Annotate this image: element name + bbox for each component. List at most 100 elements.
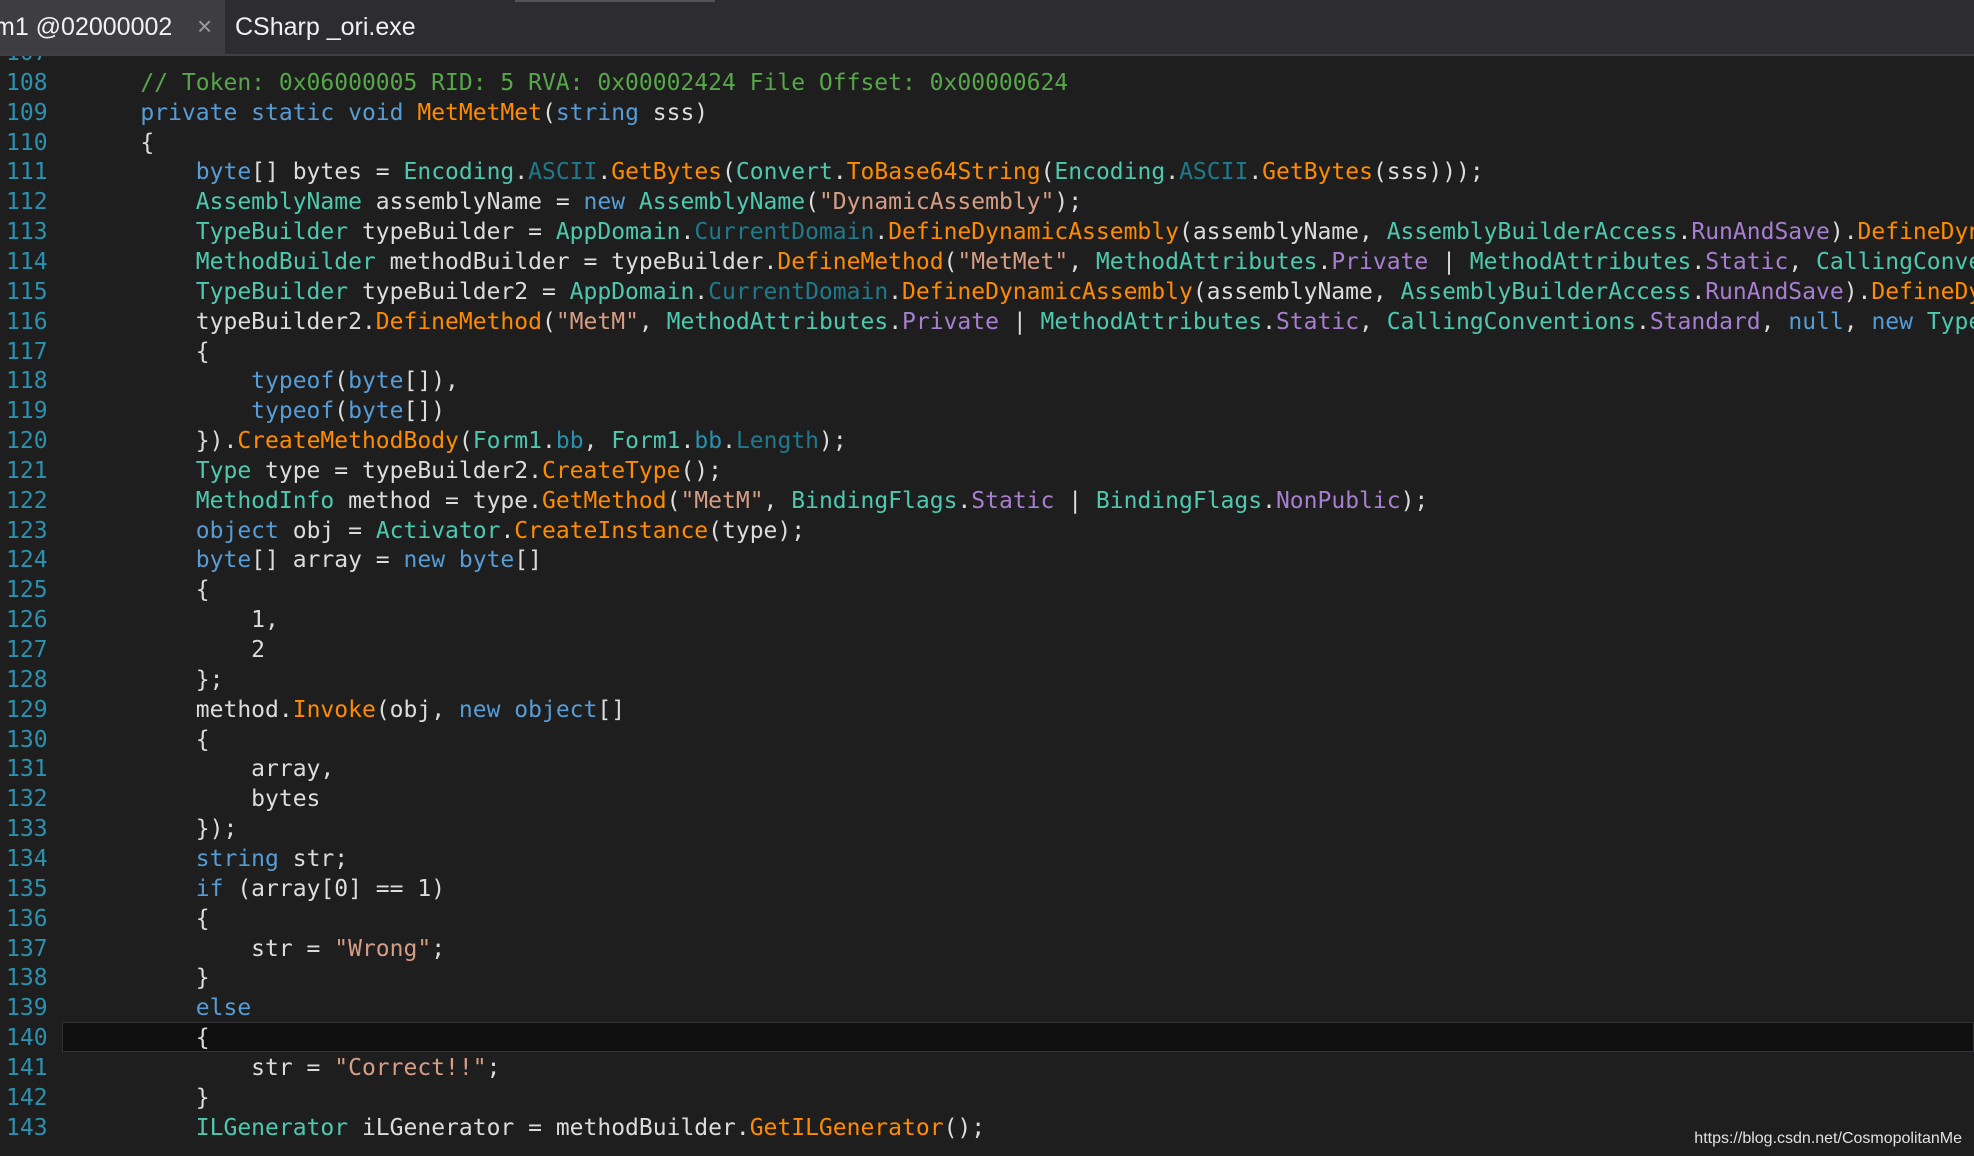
- line-number: 118: [6, 368, 48, 395]
- code-token: .: [832, 159, 847, 186]
- code-line[interactable]: 124 byte[] array = new byte[]: [0, 545, 1974, 575]
- code-token: CreateType: [541, 457, 681, 484]
- code-editor[interactable]: 107108 // Token: 0x06000005 RID: 5 RVA: …: [0, 56, 1974, 1156]
- code-token: string: [555, 99, 639, 126]
- code-line[interactable]: 138 }: [0, 963, 1974, 993]
- code-token: str;: [278, 845, 349, 872]
- code-line[interactable]: 126 1,: [0, 605, 1974, 635]
- code-token: .: [1636, 308, 1650, 335]
- code-line[interactable]: 116 typeBuilder2.DefineMethod("MetM", Me…: [0, 307, 1974, 337]
- code-line[interactable]: 114 MethodBuilder methodBuilder = typeBu…: [0, 247, 1974, 277]
- code-line[interactable]: 134 string str;: [0, 844, 1974, 874]
- line-number: 119: [6, 398, 48, 425]
- line-number: 142: [6, 1084, 48, 1111]
- line-number: 117: [6, 338, 48, 365]
- line-number: 134: [6, 845, 48, 872]
- code-line[interactable]: 131 array,: [0, 754, 1974, 784]
- code-line[interactable]: 141 str = "Correct!!";: [0, 1053, 1974, 1083]
- code-line[interactable]: 127 2: [0, 635, 1974, 665]
- code-token: type = typeBuilder2.: [251, 457, 542, 484]
- code-line[interactable]: 139 else: [0, 993, 1974, 1023]
- code-line[interactable]: 111 byte[] bytes = Encoding.ASCII.GetByt…: [0, 157, 1974, 187]
- code-line[interactable]: 122 MethodInfo method = type.GetMethod("…: [0, 486, 1974, 516]
- code-token: []: [514, 547, 542, 574]
- code-line[interactable]: 109 private static void MetMetMet(string…: [0, 98, 1974, 128]
- code-line[interactable]: 112 AssemblyName assemblyName = new Asse…: [0, 187, 1974, 217]
- code-line[interactable]: 121 Type type = typeBuilder2.CreateType(…: [0, 456, 1974, 486]
- code-token: ASCII: [1179, 159, 1249, 186]
- code-token: (: [334, 368, 349, 395]
- code-line[interactable]: 128 };: [0, 665, 1974, 695]
- code-line[interactable]: 132 bytes: [0, 784, 1974, 814]
- code-token: ();: [943, 1114, 986, 1141]
- code-token: "MetMet": [957, 248, 1069, 275]
- code-text: {: [85, 1023, 210, 1053]
- code-line[interactable]: 143 ILGenerator iLGenerator = methodBuil…: [0, 1113, 1974, 1143]
- code-line[interactable]: 136 {: [0, 904, 1974, 934]
- code-token: Form1: [472, 428, 542, 455]
- code-text: str = "Correct!!";: [85, 1053, 500, 1083]
- code-text: TypeBuilder typeBuilder = AppDomain.Curr…: [85, 217, 1974, 247]
- code-token: .: [1691, 248, 1706, 275]
- code-text: bytes: [85, 784, 320, 814]
- code-line[interactable]: 108 // Token: 0x06000005 RID: 5 RVA: 0x0…: [0, 68, 1974, 98]
- code-text: }).CreateMethodBody(Form1.bb, Form1.bb.L…: [85, 426, 847, 456]
- code-line[interactable]: 115 TypeBuilder typeBuilder2 = AppDomain…: [0, 277, 1974, 307]
- code-line[interactable]: 107: [0, 56, 1974, 68]
- code-token: (assemblyName,: [1192, 278, 1401, 305]
- code-line[interactable]: 120 }).CreateMethodBody(Form1.bb, Form1.…: [0, 426, 1974, 456]
- code-text: TypeBuilder typeBuilder2 = AppDomain.Cur…: [85, 277, 1974, 307]
- code-text: 2: [85, 635, 265, 665]
- code-text: AssemblyName assemblyName = new Assembly…: [85, 187, 1082, 217]
- code-token: ToBase64String: [846, 159, 1041, 186]
- code-token: |: [1054, 487, 1096, 514]
- code-token: }: [85, 1084, 210, 1111]
- code-token: Static: [971, 487, 1055, 514]
- line-number: 126: [6, 607, 48, 634]
- code-line[interactable]: 133 });: [0, 814, 1974, 844]
- watermark-text: https://blog.csdn.net/CosmopolitanMe: [1694, 1130, 1962, 1147]
- code-line[interactable]: 117 {: [0, 337, 1974, 367]
- line-number: 113: [6, 219, 48, 246]
- code-token: ,: [1843, 308, 1872, 335]
- code-token: byte: [85, 547, 252, 574]
- code-line[interactable]: 110 {: [0, 128, 1974, 158]
- code-line[interactable]: 118 typeof(byte[]),: [0, 366, 1974, 396]
- code-line[interactable]: 140 {: [0, 1022, 1974, 1053]
- code-line[interactable]: 135 if (array[0] == 1): [0, 874, 1974, 904]
- code-text: }: [85, 1083, 210, 1113]
- line-number: 136: [6, 905, 48, 932]
- code-line[interactable]: 119 typeof(byte[]): [0, 396, 1974, 426]
- code-token: (assemblyName,: [1178, 219, 1387, 246]
- tab-m1-method[interactable]: m1 @02000002 ×: [0, 0, 225, 54]
- code-line[interactable]: 129 method.Invoke(obj, new object[]: [0, 695, 1974, 725]
- code-token: ,: [1068, 248, 1096, 275]
- code-line[interactable]: 113 TypeBuilder typeBuilder = AppDomain.…: [0, 217, 1974, 247]
- code-line[interactable]: 130 {: [0, 725, 1974, 755]
- tab-csharp-ori-exe[interactable]: CSharp _ori.exe: [225, 0, 425, 54]
- code-token: MethodBuilder: [85, 248, 376, 275]
- line-number: 122: [6, 487, 48, 514]
- code-token: new: [1871, 308, 1927, 335]
- line-number: 140: [6, 1025, 48, 1052]
- code-token: bb: [555, 428, 584, 455]
- code-line[interactable]: 142 }: [0, 1083, 1974, 1113]
- close-icon[interactable]: ×: [197, 12, 212, 40]
- code-token: // Token: 0x06000005 RID: 5 RVA: 0x00002…: [85, 69, 1069, 96]
- code-token: (: [334, 398, 349, 425]
- code-token: new byte: [403, 547, 515, 574]
- code-token: []: [597, 696, 626, 723]
- line-number: 124: [6, 547, 48, 574]
- code-line[interactable]: 123 object obj = Activator.CreateInstanc…: [0, 516, 1974, 546]
- code-token: .: [1677, 219, 1692, 246]
- code-token: ;: [431, 935, 446, 962]
- code-line[interactable]: 125 {: [0, 575, 1974, 605]
- code-line[interactable]: 137 str = "Wrong";: [0, 934, 1974, 964]
- line-number: 138: [6, 965, 48, 992]
- code-token: AppDomain: [555, 219, 681, 246]
- code-token: {: [85, 905, 210, 932]
- code-token: MethodInfo: [85, 487, 335, 514]
- line-number: 130: [6, 726, 48, 753]
- code-token: Length: [735, 428, 820, 455]
- code-token: ,: [1359, 308, 1387, 335]
